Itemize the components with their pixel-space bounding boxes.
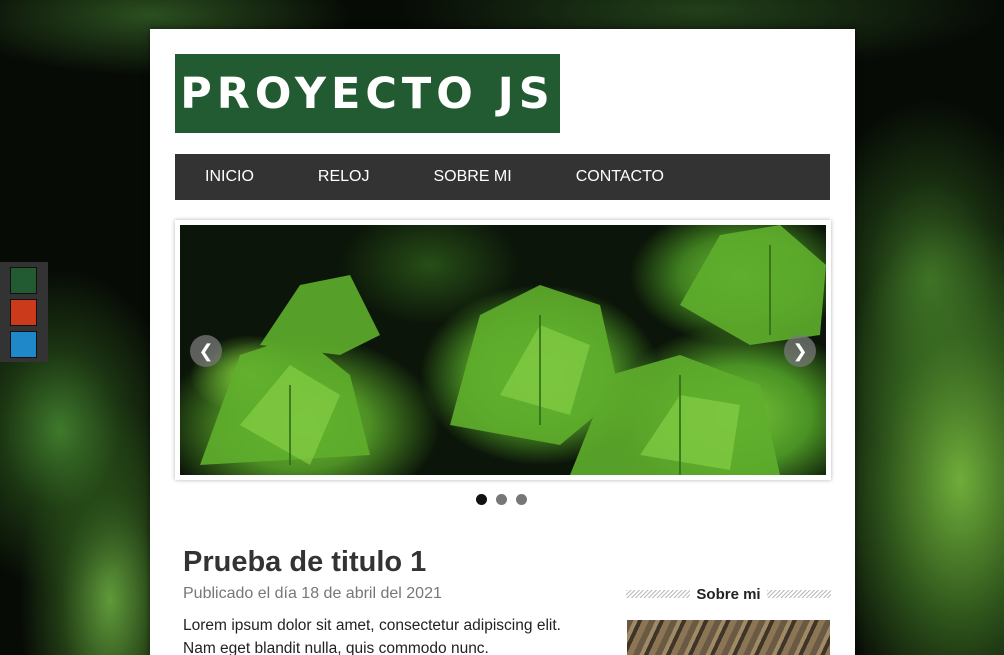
- image-slider: ❮ ❯: [175, 220, 831, 480]
- leaves-image: [200, 225, 826, 475]
- logo-text: PROYECTO JS: [180, 68, 555, 119]
- chevron-left-icon: ❮: [198, 340, 214, 361]
- theme-color-picker: [0, 262, 48, 362]
- slider-pagination: [476, 494, 527, 505]
- post-title[interactable]: Prueba de titulo 1: [183, 546, 426, 579]
- page-container: PROYECTO JS INICIO RELOJ SOBRE MI CONTAC…: [150, 29, 855, 655]
- theme-swatch-blue[interactable]: [10, 331, 37, 358]
- menu-item-inicio[interactable]: INICIO: [205, 168, 254, 186]
- slider-dot-1[interactable]: [476, 494, 487, 505]
- slider-dot-3[interactable]: [516, 494, 527, 505]
- post-date: Publicado el día 18 de abril del 2021: [183, 585, 442, 602]
- theme-swatch-green[interactable]: [10, 267, 37, 294]
- heading-stripes-right: [766, 590, 831, 598]
- sidebar-heading: Sobre mi: [626, 583, 831, 605]
- menu-item-reloj[interactable]: RELOJ: [318, 168, 370, 186]
- main-menu: INICIO RELOJ SOBRE MI CONTACTO: [175, 154, 830, 200]
- slide-image: ❮ ❯: [180, 225, 826, 475]
- sidebar-heading-label: Sobre mi: [696, 585, 761, 603]
- site-logo[interactable]: PROYECTO JS: [175, 54, 560, 133]
- theme-swatch-red[interactable]: [10, 299, 37, 326]
- slider-prev-button[interactable]: ❮: [190, 335, 222, 367]
- heading-stripes-left: [626, 590, 691, 598]
- slider-dot-2[interactable]: [496, 494, 507, 505]
- chevron-right-icon: ❯: [792, 340, 808, 361]
- post-body: Lorem ipsum dolor sit amet, consectetur …: [183, 617, 561, 655]
- menu-item-sobre-mi[interactable]: SOBRE MI: [433, 168, 511, 186]
- sidebar-image: [627, 620, 830, 655]
- menu-item-contacto[interactable]: CONTACTO: [576, 168, 664, 186]
- slider-next-button[interactable]: ❯: [784, 335, 816, 367]
